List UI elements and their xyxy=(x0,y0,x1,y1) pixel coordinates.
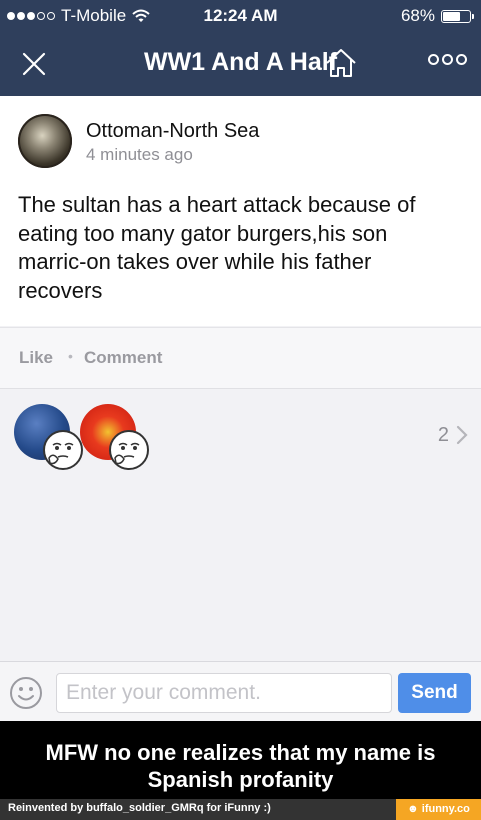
nav-bar: WW1 And A Half xyxy=(0,32,481,96)
smiley-icon[interactable] xyxy=(9,676,43,710)
thinking-face-icon xyxy=(43,430,83,470)
status-right: 68% xyxy=(400,6,474,26)
comment-compose-bar: Send xyxy=(0,661,481,722)
send-button[interactable]: Send xyxy=(398,673,471,713)
ifunny-logo: ☻ ifunny.co xyxy=(396,799,481,820)
meme-caption: MFW no one realizes that my name is Span… xyxy=(0,721,481,799)
watermark-credit: Reinvented by buffalo_soldier_GMRq for i… xyxy=(8,802,271,814)
group-title: WW1 And A Half xyxy=(143,48,338,76)
likes-count[interactable]: 2 xyxy=(438,424,449,447)
post-card: Ottoman-North Sea 4 minutes ago The sult… xyxy=(0,96,481,326)
status-bar: T-Mobile 12:24 AM 68% xyxy=(0,0,481,32)
home-icon[interactable] xyxy=(324,46,358,80)
action-separator: • xyxy=(68,348,73,364)
avatar[interactable] xyxy=(18,114,72,168)
battery-icon xyxy=(441,9,474,23)
thinking-face-icon xyxy=(109,430,149,470)
chevron-right-icon[interactable] xyxy=(455,425,469,445)
comment-button[interactable]: Comment xyxy=(84,348,162,368)
like-button[interactable]: Like xyxy=(19,348,53,368)
watermark-footer: Reinvented by buffalo_soldier_GMRq for i… xyxy=(0,799,481,820)
post-author[interactable]: Ottoman-North Sea xyxy=(86,120,259,143)
more-icon[interactable] xyxy=(428,54,467,65)
post-body: The sultan has a heart attack because of… xyxy=(18,192,416,303)
post-actions: Like • Comment xyxy=(0,327,481,389)
comment-input[interactable] xyxy=(56,673,392,713)
post-time: 4 minutes ago xyxy=(86,145,193,164)
battery-percent: 68% xyxy=(400,6,435,25)
